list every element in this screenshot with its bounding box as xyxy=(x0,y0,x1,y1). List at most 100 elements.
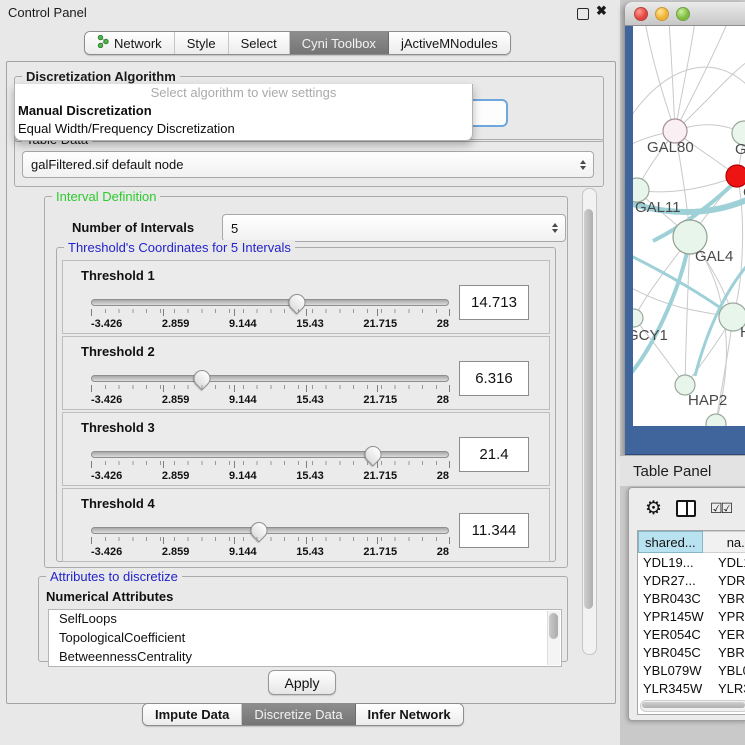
column-header-name[interactable]: na... xyxy=(703,531,745,553)
spinner-icon xyxy=(552,223,558,233)
scrollbar-thumb[interactable] xyxy=(549,613,558,639)
tab-style[interactable]: Style xyxy=(175,32,229,54)
table-panel-window: ⚙ ☑☑ shared... na... YDL19... YDL1 xyxy=(628,487,745,721)
threshold-3-slider[interactable]: -3.4262.8599.14415.4321.71528 xyxy=(91,451,449,482)
scrollbar-thumb[interactable] xyxy=(584,209,593,609)
threshold-3-value-field[interactable]: 21.4 xyxy=(459,437,529,472)
algorithm-combobox-focus-ring[interactable] xyxy=(470,99,508,127)
table-row[interactable]: YDR27... YDR2 xyxy=(638,571,745,589)
tab-discretize-data[interactable]: Discretize Data xyxy=(242,704,355,725)
cell-name: YBR0 xyxy=(712,645,745,660)
number-of-intervals-label: Number of Intervals xyxy=(72,220,194,235)
table-panel-title: Table Panel xyxy=(620,463,711,480)
scale-tick-label: 28 xyxy=(437,318,449,330)
apply-button[interactable]: Apply xyxy=(268,670,336,695)
scale-tick-label: 9.144 xyxy=(229,470,257,482)
tab-select[interactable]: Select xyxy=(229,32,290,54)
threshold-3-label: Threshold 3 xyxy=(81,420,155,435)
list-vertical-scrollbar[interactable] xyxy=(547,611,560,665)
cell-name: YDR2 xyxy=(712,573,745,588)
table-horizontal-scrollbar[interactable] xyxy=(640,700,745,712)
dropdown-option-equal-width-frequency[interactable]: Equal Width/Frequency Discretization xyxy=(15,120,472,138)
network-node[interactable] xyxy=(633,309,643,327)
slider-track[interactable] xyxy=(91,527,449,534)
interval-definition-group-label: Interval Definition xyxy=(52,189,160,204)
checkbox-icons[interactable]: ☑☑ xyxy=(710,500,731,517)
table-row[interactable]: YLR345W YLR3 xyxy=(638,679,745,697)
scale-tick-label: 28 xyxy=(437,470,449,482)
float-icon[interactable] xyxy=(577,8,589,20)
scale-tick-label: 28 xyxy=(437,546,449,558)
scale-tick-label: 21.715 xyxy=(363,394,397,406)
threshold-1-slider[interactable]: -3.4262.8599.14415.4321.71528 xyxy=(91,299,449,330)
network-node-label: G xyxy=(735,141,745,158)
tab-impute-data[interactable]: Impute Data xyxy=(143,704,242,725)
table-row[interactable]: YER054C YER0 xyxy=(638,625,745,643)
slider-track[interactable] xyxy=(91,299,449,306)
scale-tick-label: 9.144 xyxy=(229,546,257,558)
table-row[interactable]: YBR045C YBR0 xyxy=(638,643,745,661)
list-item[interactable]: SelfLoops xyxy=(49,610,561,629)
threshold-1-value-field[interactable]: 14.713 xyxy=(459,285,529,320)
network-node-label: GCY1 xyxy=(633,327,668,344)
scale-tick-label: -3.426 xyxy=(91,318,122,330)
cell-shared-name: YLR345W xyxy=(638,681,712,696)
list-item[interactable]: BetweennessCentrality xyxy=(49,648,561,667)
node-table: shared... na... YDL19... YDL1 YDR27... Y… xyxy=(637,530,745,715)
scrollbar-thumb[interactable] xyxy=(642,702,745,708)
tab-network[interactable]: Network xyxy=(85,32,175,54)
dropdown-option-manual-discretization[interactable]: Manual Discretization xyxy=(15,102,472,120)
table-row[interactable]: YBL079W YBL0 xyxy=(638,661,745,679)
numerical-attributes-list[interactable]: SelfLoopsTopologicalCoefficientBetweenne… xyxy=(48,609,562,667)
gear-icon[interactable]: ⚙ xyxy=(645,499,662,518)
panel-title: Control Panel xyxy=(8,5,87,20)
screen: Control Panel ✖ Network Style Select xyxy=(0,0,745,745)
network-window-titlebar[interactable] xyxy=(625,2,745,26)
table-data-selected-value: galFiltered.sif default node xyxy=(31,157,183,172)
scale-tick-label: -3.426 xyxy=(91,470,122,482)
scale-tick-label: -3.426 xyxy=(91,546,122,558)
window-zoom-icon[interactable] xyxy=(676,7,690,21)
table-data-combobox[interactable]: galFiltered.sif default node xyxy=(22,151,594,178)
column-header-shared-name[interactable]: shared... xyxy=(638,531,703,553)
network-canvas[interactable]: GAL80GCGAL11GAL4GCY1HHAP2 xyxy=(633,26,745,426)
window-close-icon[interactable] xyxy=(634,7,648,21)
threshold-4-label: Threshold 4 xyxy=(81,496,155,511)
slider-scale: -3.4262.8599.14415.4321.71528 xyxy=(91,394,449,406)
table-row[interactable]: YDL19... YDL1 xyxy=(638,553,745,571)
control-panel-tabs: Network Style Select Cyni Toolbox jActiv… xyxy=(84,31,511,55)
table-row[interactable]: YBR043C YBR0 xyxy=(638,589,745,607)
cell-name: YBR0 xyxy=(712,591,745,606)
table-row[interactable]: YPR145W YPR1 xyxy=(638,607,745,625)
slider-track[interactable] xyxy=(91,451,449,458)
threshold-2-label: Threshold 2 xyxy=(81,344,155,359)
threshold-4-value-field[interactable]: 11.344 xyxy=(459,513,529,548)
cell-shared-name: YBR043C xyxy=(638,591,712,606)
network-view-window: GAL80GCGAL11GAL4GCY1HHAP2 xyxy=(625,2,745,456)
network-node-label: GAL80 xyxy=(647,139,694,156)
close-icon[interactable]: ✖ xyxy=(596,3,607,19)
cyni-mode-tabs: Impute Data Discretize Data Infer Networ… xyxy=(142,703,464,726)
scale-tick-label: 9.144 xyxy=(229,318,257,330)
split-view-icon[interactable] xyxy=(676,500,696,517)
threshold-2-slider[interactable]: -3.4262.8599.14415.4321.71528 xyxy=(91,375,449,406)
control-panel: Control Panel ✖ Network Style Select xyxy=(0,0,620,745)
network-node[interactable] xyxy=(706,414,726,426)
dropdown-prompt-option[interactable]: Select algorithm to view settings xyxy=(15,84,472,102)
tab-infer-network[interactable]: Infer Network xyxy=(356,704,463,725)
slider-track[interactable] xyxy=(91,375,449,382)
scale-tick-label: 21.715 xyxy=(363,318,397,330)
window-minimize-icon[interactable] xyxy=(655,7,669,21)
list-item[interactable]: TopologicalCoefficient xyxy=(49,629,561,648)
threshold-4-slider[interactable]: -3.4262.8599.14415.4321.71528 xyxy=(91,527,449,558)
threshold-2-value-field[interactable]: 6.316 xyxy=(459,361,529,396)
slider-ticks xyxy=(91,309,449,316)
settings-vertical-scrollbar[interactable] xyxy=(582,188,597,655)
cell-name: YDL1 xyxy=(712,555,745,570)
tab-jactivemnodules[interactable]: jActiveMNodules xyxy=(389,32,510,54)
right-workspace: GAL80GCGAL11GAL4GCY1HHAP2 Table Panel ⚙ … xyxy=(620,0,745,745)
scale-tick-label: 28 xyxy=(437,394,449,406)
number-of-intervals-combobox[interactable]: 5 xyxy=(222,214,566,242)
tab-cyni-toolbox[interactable]: Cyni Toolbox xyxy=(290,32,389,54)
table-toolbar: ⚙ ☑☑ xyxy=(629,488,745,528)
